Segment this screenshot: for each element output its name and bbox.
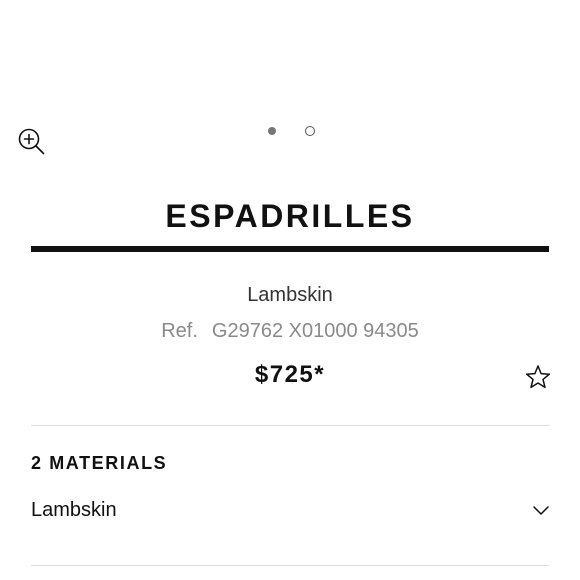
title-underline: [31, 246, 549, 252]
reference-code: G29762 X01000 94305: [211, 320, 419, 342]
product-material: Lambskin: [247, 284, 333, 306]
section-divider: [31, 565, 549, 566]
product-title: ESPADRILLES: [165, 198, 415, 234]
carousel-dot-active[interactable]: [268, 127, 276, 135]
chevron-down-icon: [533, 506, 549, 515]
material-dropdown[interactable]: Lambskin: [31, 496, 551, 528]
wishlist-button[interactable]: [524, 364, 552, 390]
section-divider: [31, 425, 549, 426]
star-icon: [525, 365, 551, 389]
product-reference: Ref. G29762 X01000 94305: [0, 320, 580, 343]
materials-heading: 2 MATERIALS: [31, 453, 168, 473]
carousel-pagination: [264, 124, 320, 138]
product-price: $725*: [254, 361, 326, 388]
carousel-dot[interactable]: [305, 126, 315, 136]
zoom-button[interactable]: [16, 126, 46, 156]
material-dropdown-value: Lambskin: [31, 499, 117, 521]
reference-label: Ref.: [161, 320, 198, 342]
zoom-in-icon: [18, 128, 45, 155]
